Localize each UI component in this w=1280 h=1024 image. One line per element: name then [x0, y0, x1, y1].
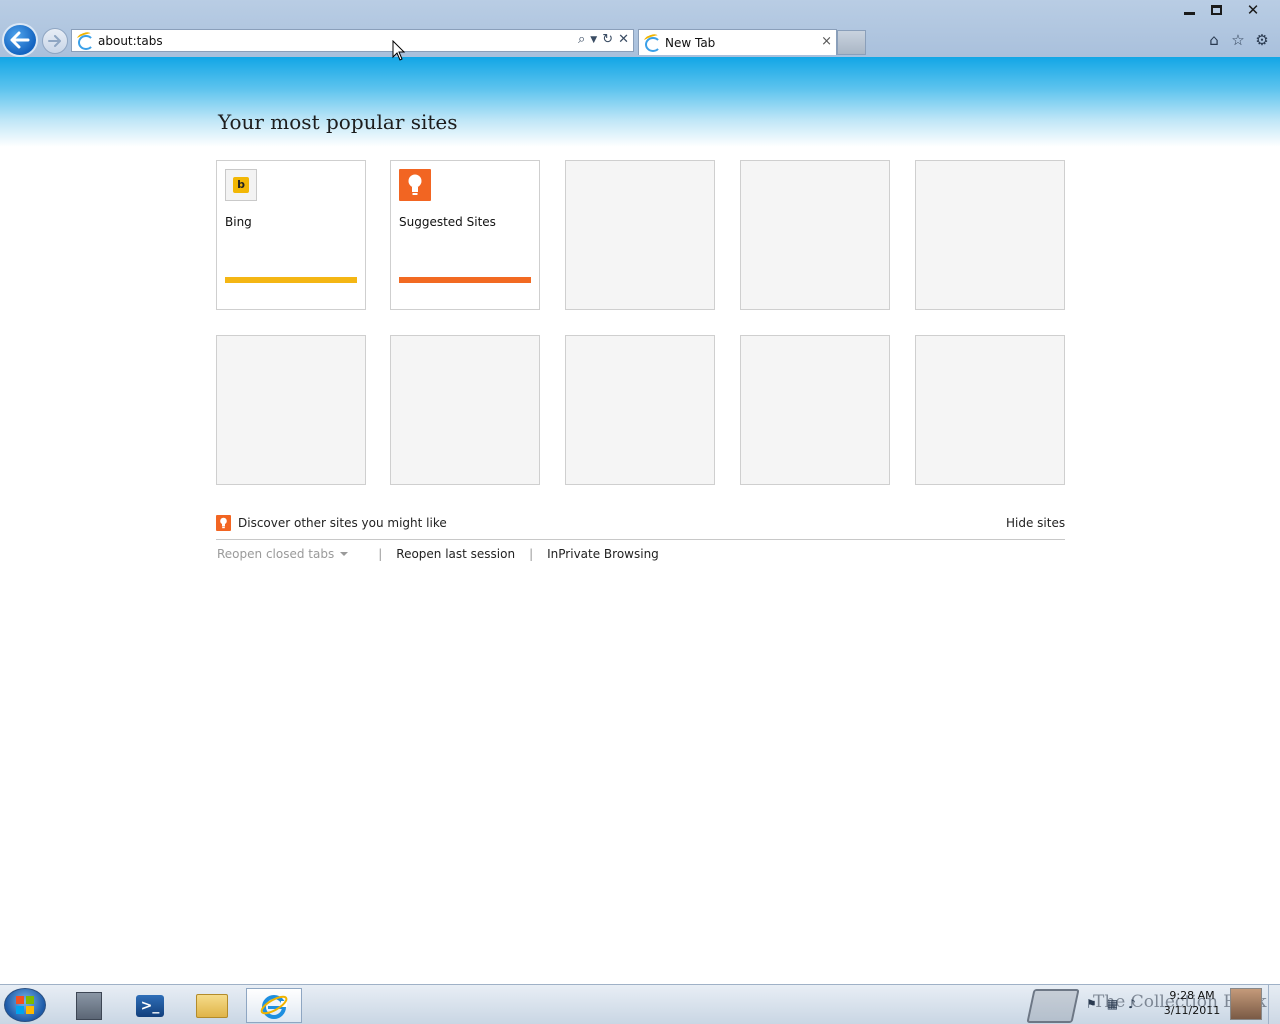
tile-empty[interactable] [915, 160, 1065, 310]
tray-icons: ⚑ ▦ ♪ [1086, 997, 1136, 1011]
separator: | [378, 547, 383, 561]
tile-frequency-bar [399, 277, 531, 283]
minimize-button[interactable] [1176, 0, 1202, 20]
tab-new-tab[interactable]: New Tab × [638, 29, 837, 55]
tab-close-icon[interactable]: × [821, 34, 832, 49]
suggested-sites-icon [399, 169, 431, 201]
tile-empty[interactable] [740, 160, 890, 310]
ie-page-icon [77, 33, 94, 50]
clock-time: 9:28 AM [1169, 989, 1215, 1002]
windows-logo-icon [16, 996, 34, 1014]
bing-icon: b [225, 169, 257, 201]
taskbar: >_ The Collection Book ⚑ ▦ ♪ [0, 984, 1280, 1024]
tile-empty[interactable] [565, 335, 715, 485]
new-tab-button[interactable] [837, 30, 866, 55]
network-icon[interactable]: ▦ [1107, 997, 1118, 1011]
hide-sites-link[interactable]: Hide sites [1006, 516, 1065, 530]
refresh-icon[interactable]: ↻ [602, 32, 613, 47]
page-title: Your most popular sites [218, 110, 458, 134]
suggested-sites-icon [216, 515, 231, 531]
browser-tools: ⌂ ☆ ⚙ [1205, 31, 1271, 49]
book-icon [1026, 989, 1080, 1023]
avatar [1230, 988, 1262, 1020]
tile-empty[interactable] [740, 335, 890, 485]
tile-empty[interactable] [565, 160, 715, 310]
tile-empty[interactable] [216, 335, 366, 485]
page-header-gradient [0, 57, 1280, 147]
restore-icon [1210, 5, 1222, 15]
tile-suggested-sites[interactable]: Suggested Sites [390, 160, 540, 310]
taskbar-explorer[interactable] [184, 988, 240, 1023]
gear-icon[interactable]: ⚙ [1253, 31, 1271, 49]
speaker-icon[interactable]: ♪ [1128, 997, 1136, 1011]
taskbar-server-manager[interactable] [61, 988, 117, 1023]
address-input[interactable] [98, 33, 558, 48]
back-button[interactable] [2, 23, 38, 57]
tile-empty[interactable] [915, 335, 1065, 485]
browser-chrome: ✕ ⌕ ▼ ↻ ✕ New Tab × ⌂ ☆ ⚙ [0, 0, 1280, 57]
internet-explorer-icon [260, 994, 288, 1019]
tile-empty[interactable] [390, 335, 540, 485]
tile-frequency-bar [225, 277, 357, 283]
clock-date: 3/11/2011 [1163, 1004, 1221, 1017]
mouse-cursor-icon [392, 40, 406, 61]
maximize-button[interactable] [1203, 0, 1229, 20]
search-icon[interactable]: ⌕ [578, 32, 585, 47]
close-window-button[interactable]: ✕ [1240, 0, 1266, 20]
minimize-icon [1183, 12, 1195, 15]
reopen-last-session-link[interactable]: Reopen last session [396, 547, 515, 561]
tile-bing[interactable]: b Bing [216, 160, 366, 310]
chevron-down-icon[interactable]: ▼ [590, 35, 597, 45]
forward-button[interactable] [42, 28, 68, 54]
divider [216, 539, 1065, 540]
reopen-closed-tabs-link[interactable]: Reopen closed tabs [217, 547, 334, 561]
home-icon[interactable]: ⌂ [1205, 31, 1223, 49]
tile-name: Suggested Sites [399, 215, 496, 229]
address-bar[interactable]: ⌕ ▼ ↻ ✕ [71, 29, 634, 52]
back-arrow-icon [10, 31, 30, 49]
tile-name: Bing [225, 215, 252, 229]
explorer-folder-icon [196, 993, 228, 1018]
inprivate-browsing-link[interactable]: InPrivate Browsing [547, 547, 659, 561]
taskbar-clock[interactable]: 9:28 AM 3/11/2011 [1162, 988, 1222, 1018]
tab-title: New Tab [665, 35, 716, 50]
powershell-icon: >_ [136, 994, 164, 1017]
close-icon: ✕ [1246, 1, 1260, 19]
favorites-star-icon[interactable]: ☆ [1229, 31, 1247, 49]
start-button[interactable] [4, 988, 46, 1022]
discover-sites-label: Discover other sites you might like [238, 516, 447, 530]
taskbar-internet-explorer[interactable] [246, 988, 302, 1023]
ie-tab-icon [644, 35, 661, 52]
taskbar-powershell[interactable]: >_ [122, 988, 178, 1023]
discover-sites-link[interactable]: Discover other sites you might like [216, 515, 447, 531]
server-manager-icon [76, 991, 102, 1020]
forward-arrow-icon [48, 35, 61, 47]
flag-icon[interactable]: ⚑ [1086, 997, 1097, 1011]
show-desktop-button[interactable] [1268, 985, 1280, 1024]
stop-icon[interactable]: ✕ [618, 32, 629, 47]
session-links: Reopen closed tabs | Reopen last session… [217, 545, 659, 563]
address-tools: ⌕ ▼ ↻ ✕ [578, 32, 629, 47]
chevron-down-icon[interactable] [340, 552, 349, 556]
separator: | [529, 547, 534, 561]
